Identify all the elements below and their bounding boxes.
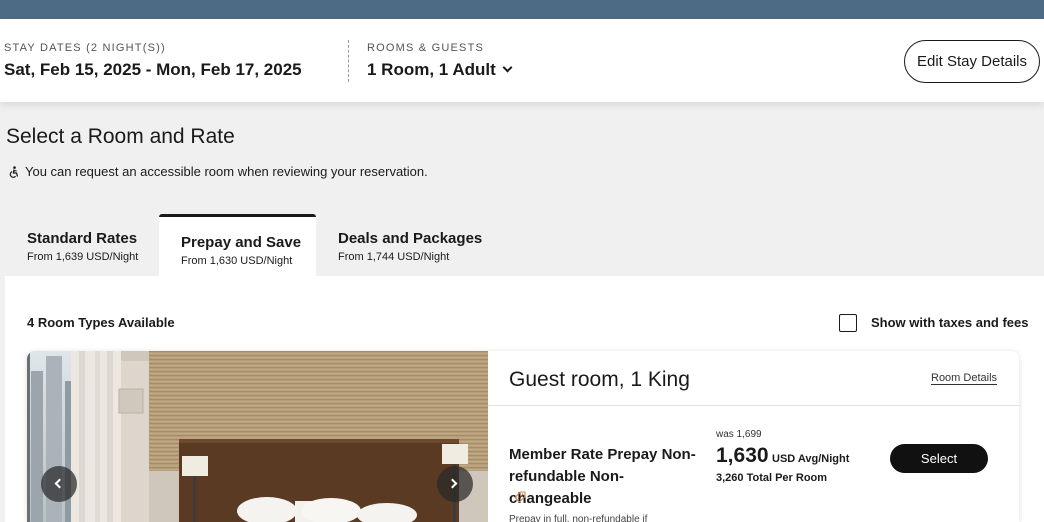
taxes-checkbox-label[interactable]: Show with taxes and fees — [871, 315, 1029, 330]
rooms-guests-value: 1 Room, 1 Adult — [367, 60, 496, 79]
room-photo-illustration — [27, 351, 488, 522]
accessibility-icon — [9, 165, 19, 178]
chevron-down-icon — [502, 62, 513, 73]
accessible-note-text: You can request an accessible room when … — [25, 164, 428, 179]
room-details-link[interactable]: Room Details — [931, 372, 997, 384]
stay-details-bar: STAY DATES (2 NIGHT(S)) Sat, Feb 15, 202… — [0, 19, 1044, 102]
select-rate-button[interactable]: Select — [890, 444, 988, 473]
tab-standard-rates[interactable]: Standard Rates From 1,639 USD/Night — [8, 217, 158, 278]
page-title: Select a Room and Rate — [6, 125, 235, 148]
room-name: Guest room, 1 King — [509, 368, 690, 391]
original-price: was 1,699 — [716, 429, 762, 440]
tab-subtext: From 1,630 USD/Night — [181, 255, 293, 267]
top-header-bar — [0, 0, 1044, 19]
card-divider — [488, 405, 1019, 406]
room-card: Guest room, 1 King Room Details Member R… — [27, 351, 1019, 522]
rate-price-unit: USD Avg/Night — [772, 453, 850, 465]
rooms-guests-label: ROOMS & GUESTS — [367, 42, 485, 54]
carousel-next-button[interactable] — [437, 466, 473, 502]
tag-icon — [514, 491, 526, 503]
carousel-prev-button[interactable] — [41, 466, 77, 502]
stay-dates-value[interactable]: Sat, Feb 15, 2025 - Mon, Feb 17, 2025 — [4, 60, 302, 80]
stay-divider — [348, 40, 349, 82]
tab-subtext: From 1,744 USD/Night — [338, 251, 450, 263]
room-photo — [27, 351, 488, 522]
chevron-left-icon — [54, 478, 65, 489]
tab-label: Deals and Packages — [338, 230, 483, 247]
rate-policy-note: Prepay in full, non-refundable if — [509, 514, 648, 522]
rooms-guests-dropdown[interactable]: 1 Room, 1 Adult — [367, 60, 513, 80]
tab-prepay-and-save[interactable]: Prepay and Save From 1,630 USD/Night — [159, 214, 316, 276]
taxes-checkbox[interactable] — [839, 314, 857, 332]
room-types-count: 4 Room Types Available — [27, 315, 175, 330]
edit-stay-details-button[interactable]: Edit Stay Details — [904, 40, 1040, 83]
stay-dates-label: STAY DATES (2 NIGHT(S)) — [4, 42, 166, 54]
chevron-right-icon — [447, 478, 458, 489]
tab-subtext: From 1,639 USD/Night — [27, 251, 139, 263]
accessible-room-note: You can request an accessible room when … — [8, 164, 428, 179]
tab-deals-and-packages[interactable]: Deals and Packages From 1,744 USD/Night — [317, 217, 497, 278]
rate-price: 1,630 — [716, 444, 769, 467]
tab-label: Prepay and Save — [181, 234, 302, 251]
tab-label: Standard Rates — [27, 230, 138, 247]
rate-total: 3,260 Total Per Room — [716, 472, 828, 484]
rate-name: Member Rate Prepay Non-refundable Non-ch… — [509, 446, 696, 507]
